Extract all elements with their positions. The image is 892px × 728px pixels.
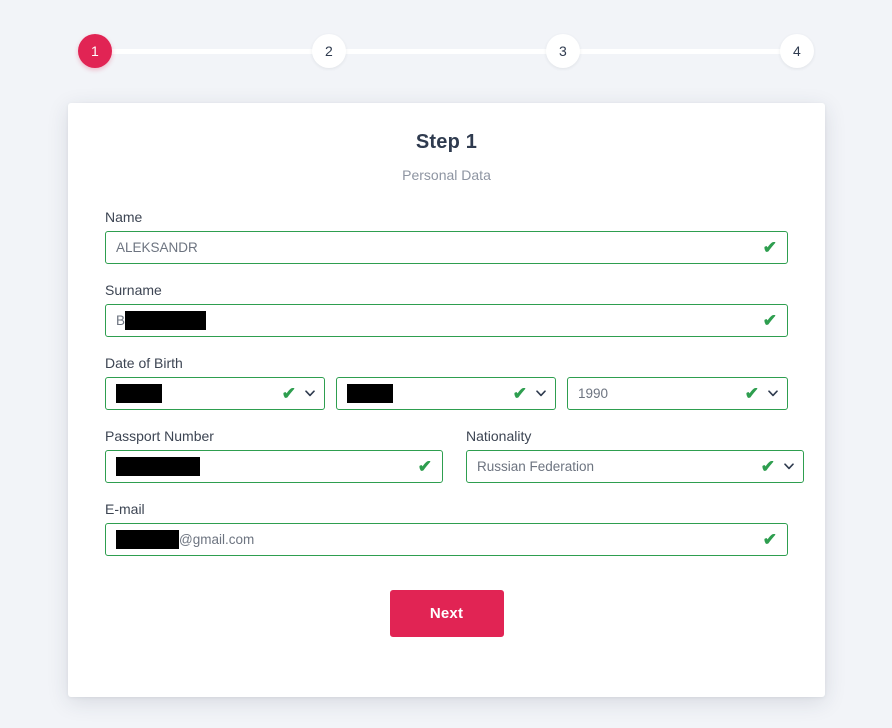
field-group-date-of-birth: Date of Birth ✔ ✔ 1990 ✔ (105, 355, 788, 410)
email-input-value: @gmail.com (116, 530, 254, 549)
dob-year-select[interactable]: 1990 ✔ (567, 377, 788, 410)
passport-number-value (116, 457, 200, 476)
nationality-select[interactable]: Russian Federation ✔ (466, 450, 804, 483)
step-indicator-2-label: 2 (325, 43, 333, 59)
field-group-passport-nationality: Passport Number Nationality ✔ Russian Fe… (105, 428, 804, 483)
surname-label: Surname (105, 282, 162, 298)
passport-number-input[interactable]: ✔ (105, 450, 443, 483)
page-title: Step 1 (415, 131, 478, 153)
step-indicator-1-label: 1 (91, 43, 99, 59)
redaction-bar (116, 530, 179, 549)
progress-stepper: 1 2 3 4 (78, 34, 814, 68)
redaction-bar (347, 384, 393, 403)
check-icon: ✔ (762, 530, 777, 549)
form-card: Step 1 Personal Data Name ALEKSANDR ✔ Su… (68, 103, 825, 697)
dob-month-col: ✔ (336, 377, 556, 410)
check-icon: ✔ (744, 384, 759, 403)
dob-day-value (116, 384, 162, 403)
chevron-down-icon (305, 389, 315, 399)
name-label: Name (105, 209, 143, 225)
nationality-label-col: Nationality (466, 428, 804, 450)
nationality-label: Nationality (466, 428, 532, 444)
redaction-bar (116, 384, 162, 403)
step-indicator-4-label: 4 (793, 43, 801, 59)
passport-input-col: ✔ (105, 450, 443, 483)
field-group-email: E-mail @gmail.com ✔ (105, 501, 788, 556)
dob-day-select[interactable]: ✔ (105, 377, 325, 410)
passport-nationality-row: ✔ Russian Federation ✔ (105, 450, 804, 483)
next-button[interactable]: Next (389, 590, 504, 637)
dob-month-value (347, 384, 393, 403)
check-icon: ✔ (762, 238, 777, 257)
passport-label-col: Passport Number (105, 428, 443, 450)
chevron-down-icon (784, 462, 794, 472)
field-group-name: Name ALEKSANDR ✔ (105, 209, 788, 264)
surname-input-value: B (116, 311, 207, 330)
step-indicator-1[interactable]: 1 (78, 34, 112, 68)
redaction-bar (116, 457, 200, 476)
check-icon: ✔ (417, 457, 432, 476)
personal-data-form: Name ALEKSANDR ✔ Surname B ✔ Date of Bir… (68, 209, 825, 637)
chevron-down-icon (768, 389, 778, 399)
nationality-input-col: Russian Federation ✔ (466, 450, 804, 483)
check-icon: ✔ (762, 311, 777, 330)
dob-month-select[interactable]: ✔ (336, 377, 556, 410)
date-of-birth-row: ✔ ✔ 1990 ✔ (105, 377, 788, 410)
check-icon: ✔ (512, 384, 527, 403)
step-indicator-3[interactable]: 3 (546, 34, 580, 68)
nationality-value: Russian Federation (477, 459, 595, 474)
form-actions: Next (105, 590, 788, 637)
check-icon: ✔ (281, 384, 296, 403)
check-icon: ✔ (760, 457, 775, 476)
name-input[interactable]: ALEKSANDR ✔ (105, 231, 788, 264)
dob-year-col: 1990 ✔ (567, 377, 788, 410)
surname-input[interactable]: B ✔ (105, 304, 788, 337)
email-label: E-mail (105, 501, 145, 517)
surname-visible-text: B (116, 313, 126, 328)
redaction-bar (125, 311, 207, 330)
page-subtitle: Personal Data (402, 167, 491, 183)
passport-number-label: Passport Number (105, 428, 214, 444)
email-input[interactable]: @gmail.com ✔ (105, 523, 788, 556)
email-domain-text: @gmail.com (179, 532, 255, 547)
dob-year-value: 1990 (578, 386, 609, 401)
name-input-value: ALEKSANDR (116, 240, 198, 255)
dob-day-col: ✔ (105, 377, 325, 410)
chevron-down-icon (536, 389, 546, 399)
passport-nationality-labels: Passport Number Nationality (105, 428, 788, 450)
date-of-birth-label: Date of Birth (105, 355, 183, 371)
field-group-surname: Surname B ✔ (105, 282, 788, 337)
page-root: 1 2 3 4 Step 1 Personal Data Name ALEKSA… (0, 0, 892, 728)
step-indicator-2[interactable]: 2 (312, 34, 346, 68)
step-indicator-3-label: 3 (559, 43, 567, 59)
stepper-track (95, 49, 797, 54)
step-indicator-4[interactable]: 4 (780, 34, 814, 68)
